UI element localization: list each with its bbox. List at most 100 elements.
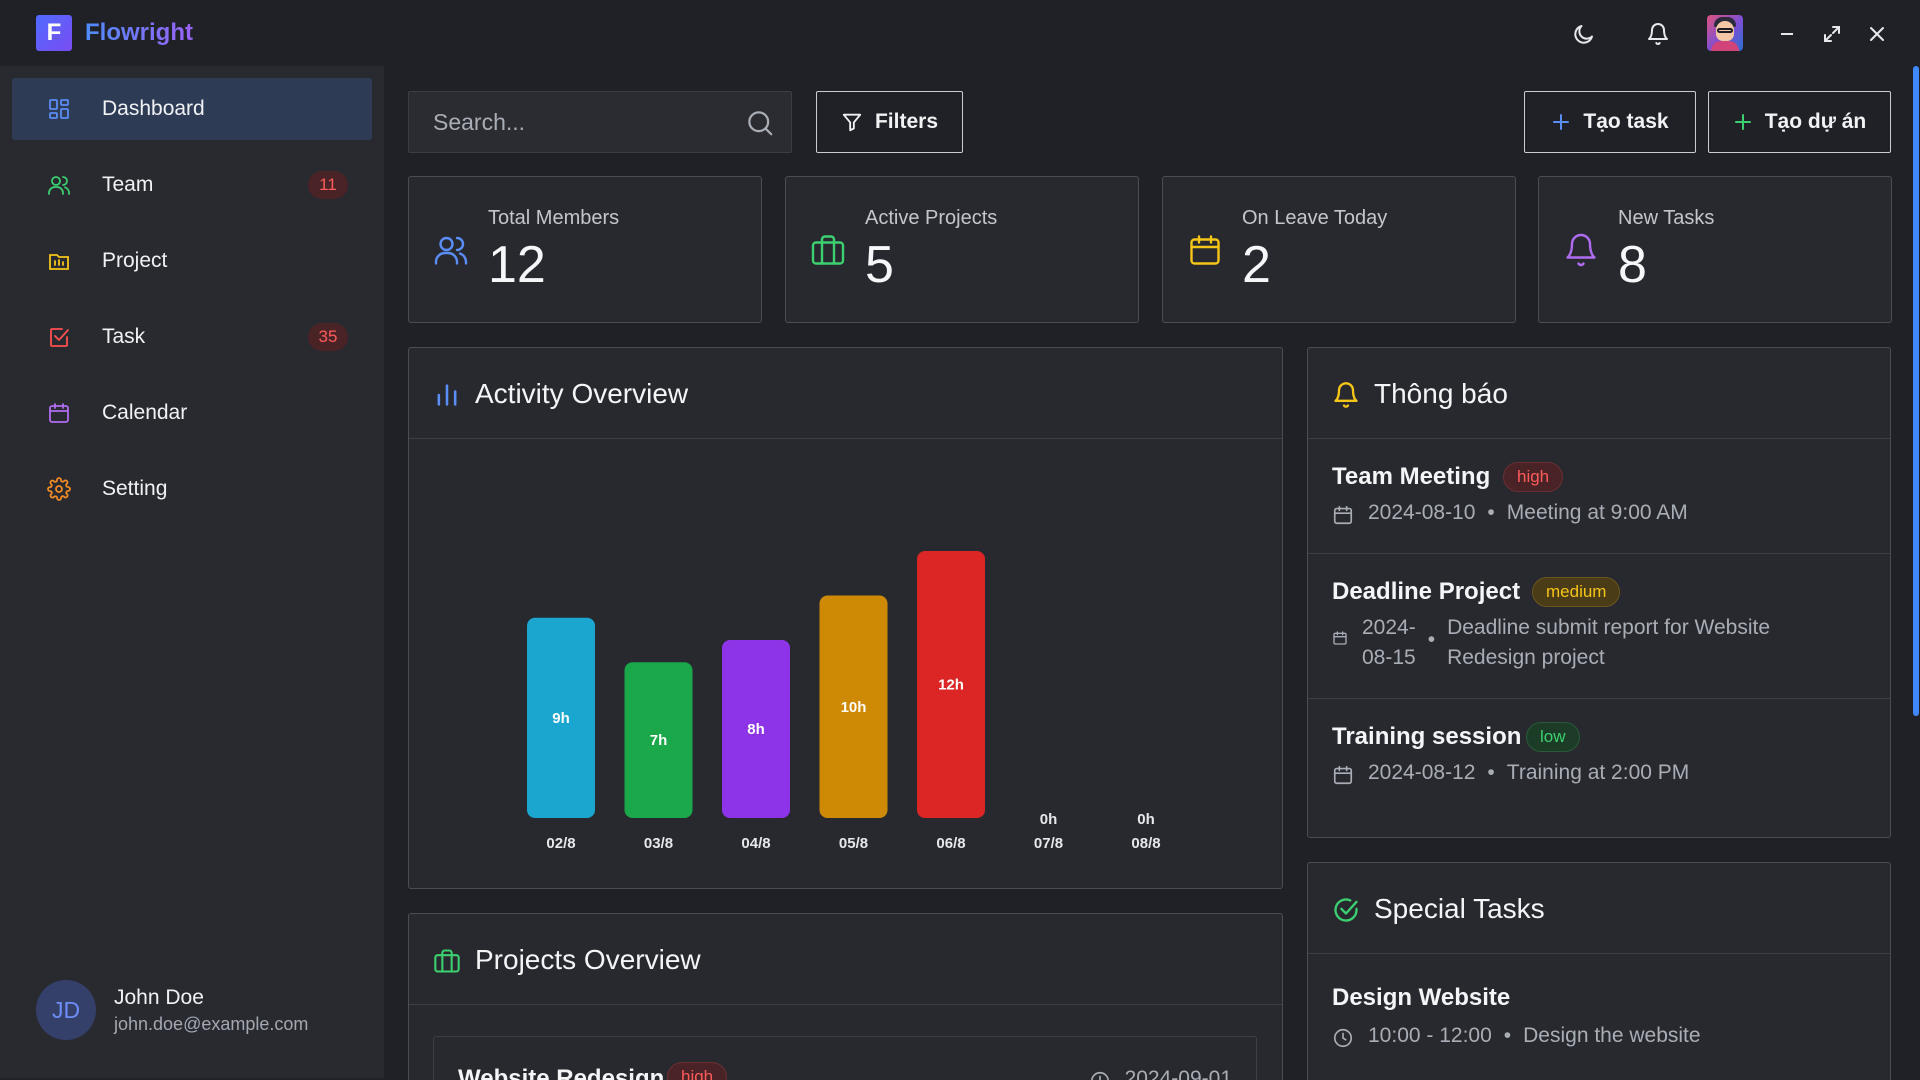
user-email: john.doe@example.com <box>114 1014 309 1034</box>
panel-header: Thông báo <box>1308 348 1890 439</box>
maximize-icon[interactable] <box>1817 19 1847 49</box>
sidebar-item-team[interactable]: Team 11 <box>12 154 372 216</box>
priority-tag: low <box>1526 722 1580 752</box>
notification-meta: 2024-08-12 • Training at 2:00 PM <box>1332 761 1689 786</box>
special-task-meta: 10:00 - 12:00 • Design the website <box>1332 1024 1701 1049</box>
stat-card-total-members: Total Members 12 <box>408 176 762 323</box>
moon-icon[interactable] <box>1569 19 1599 49</box>
priority-tag: high <box>1503 462 1564 492</box>
stat-label: On Leave Today <box>1242 207 1388 229</box>
chart-x-tick-label: 08/8 <box>1131 835 1160 852</box>
sidebar-item-calendar[interactable]: Calendar <box>12 382 372 444</box>
filters-button[interactable]: Filters <box>816 91 963 153</box>
panel-header: Projects Overview <box>409 914 1282 1005</box>
clock-icon <box>1089 1070 1111 1080</box>
sidebar-item-label: Calendar <box>102 401 188 424</box>
app-logo[interactable]: F Flowright <box>36 15 193 51</box>
special-tasks-panel: Special Tasks Design Website 10:00 - 12:… <box>1307 862 1891 1080</box>
project-date: 2024-09-01 <box>1124 1067 1232 1080</box>
notification-title: Training session <box>1332 723 1522 750</box>
activity-overview-panel: Activity Overview 9h 02/8 7h 03/8 8h 04/8 10h 0… <box>408 347 1283 889</box>
notification-desc-line: Deadline submit report for Website <box>1447 616 1771 639</box>
projects-overview-panel: Projects Overview Website Redesign high … <box>408 913 1283 1080</box>
separator-dot: • <box>1427 628 1436 651</box>
panel-title: Thông báo <box>1374 378 1508 409</box>
priority-tag: medium <box>1532 577 1621 607</box>
sidebar-item-dashboard[interactable]: Dashboard <box>12 78 372 140</box>
chart-data-label: 12h <box>938 677 964 694</box>
chart-x-tick-label: 02/8 <box>546 835 575 852</box>
search-icon[interactable] <box>745 108 775 138</box>
stat-card-active-projects: Active Projects 5 <box>785 176 1139 323</box>
chart-data-label: 0h <box>1137 811 1155 828</box>
create-project-button[interactable]: Tạo dự án <box>1708 91 1891 153</box>
chart-data-label: 8h <box>747 721 765 738</box>
sidebar-item-setting[interactable]: Setting <box>12 458 372 520</box>
bell-icon <box>1563 232 1599 268</box>
stat-label: Total Members <box>488 207 620 229</box>
notification-title: Deadline Project <box>1332 578 1521 605</box>
notification-item[interactable]: Training session low 2024-08-12 • Traini… <box>1308 699 1890 837</box>
chart-data-label: 7h <box>650 732 668 749</box>
notifications-panel: Thông báo Team Meeting high 2024-08-10 •… <box>1307 347 1891 838</box>
chart-x-tick-label: 07/8 <box>1034 835 1063 852</box>
stat-label: New Tasks <box>1618 207 1715 229</box>
chart-x-tick-label: 06/8 <box>936 835 965 852</box>
calendar-icon <box>1332 504 1354 526</box>
stat-value: 5 <box>865 236 894 294</box>
team-count-badge: 11 <box>308 171 348 199</box>
sidebar-item-project[interactable]: Project <box>12 230 372 292</box>
chart-data-label: 10h <box>841 699 867 716</box>
sidebar-item-task[interactable]: Task 35 <box>12 306 372 368</box>
separator-dot: • <box>1487 761 1495 784</box>
panel-title: Activity Overview <box>475 378 689 409</box>
search-input[interactable] <box>409 92 739 152</box>
scrollbar-thumb[interactable] <box>1913 66 1919 716</box>
user-name: John Doe <box>114 986 204 1009</box>
bar-chart-icon <box>433 381 461 409</box>
chart-x-tick-label: 05/8 <box>839 835 868 852</box>
sidebar-item-label: Project <box>102 249 168 272</box>
user-initials-avatar: JD <box>36 980 96 1040</box>
close-icon[interactable] <box>1862 19 1892 49</box>
panel-title: Projects Overview <box>475 944 701 975</box>
separator-dot: • <box>1487 501 1495 524</box>
panel-header: Special Tasks <box>1308 863 1890 954</box>
notification-title: Team Meeting <box>1332 463 1491 490</box>
briefcase-icon <box>433 947 461 975</box>
calendar-icon <box>1332 630 1348 646</box>
users-icon <box>433 232 469 268</box>
project-row[interactable]: Website Redesign high 2024-09-01 <box>433 1036 1257 1080</box>
notification-item[interactable]: Team Meeting high 2024-08-10 • Meeting a… <box>1308 439 1890 554</box>
stat-value: 8 <box>1618 236 1647 294</box>
sidebar-item-label: Team <box>102 173 154 196</box>
create-task-button[interactable]: Tạo task <box>1524 91 1696 153</box>
notification-date: 2024-08-10 <box>1368 501 1476 524</box>
gear-icon <box>47 477 71 501</box>
chart-x-tick-label: 03/8 <box>644 835 673 852</box>
notification-desc: Meeting at 9:00 AM <box>1506 501 1688 524</box>
sidebar-item-label: Dashboard <box>102 97 205 120</box>
special-task-desc: Design the website <box>1523 1024 1701 1047</box>
special-task-time: 10:00 - 12:00 <box>1368 1024 1492 1047</box>
special-task-item[interactable]: Design Website 10:00 - 12:00 • Design th… <box>1308 954 1890 1074</box>
bell-icon[interactable] <box>1643 19 1673 49</box>
plus-icon <box>1733 112 1753 132</box>
user-avatar[interactable] <box>1707 15 1743 51</box>
notification-item[interactable]: Deadline Project medium 2024- 08-15 • De… <box>1308 554 1890 699</box>
stat-card-on-leave: On Leave Today 2 <box>1162 176 1516 323</box>
calendar-icon <box>1332 764 1354 786</box>
panel-header: Activity Overview <box>409 348 1282 439</box>
stat-value: 12 <box>488 236 546 294</box>
stat-value: 2 <box>1242 236 1271 294</box>
task-icon <box>47 325 71 349</box>
chart-data-label: 9h <box>552 710 570 727</box>
notification-date-line: 08-15 <box>1362 646 1416 669</box>
project-meta: 2024-09-01 <box>1089 1067 1232 1080</box>
minimize-icon[interactable] <box>1772 19 1802 49</box>
notification-meta: 2024-08-10 • Meeting at 9:00 AM <box>1332 501 1688 526</box>
task-count-badge: 35 <box>308 323 348 351</box>
notification-desc-line: Redesign project <box>1447 646 1605 669</box>
notification-desc: Training at 2:00 PM <box>1506 761 1690 784</box>
calendar-icon <box>1187 232 1223 268</box>
